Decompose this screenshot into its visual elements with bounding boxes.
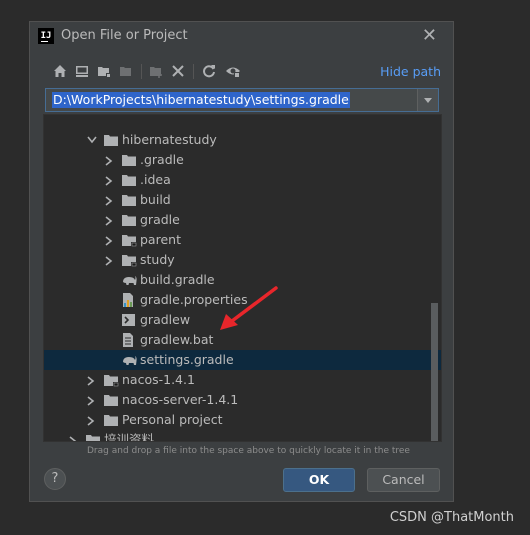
folder-icon	[121, 193, 136, 207]
tree-row-selected[interactable]: settings.gradle	[44, 350, 441, 370]
shell-script-icon	[121, 313, 135, 327]
tree-item-label: build	[140, 192, 171, 207]
tree-row[interactable]: .gradle	[44, 150, 441, 170]
tree-row[interactable]: .idea	[44, 170, 441, 190]
folder-icon	[103, 413, 118, 427]
tree-item-label: gradle	[140, 212, 180, 227]
path-input[interactable]	[46, 89, 418, 111]
tree-row[interactable]: study	[44, 250, 441, 270]
chevron-right-icon[interactable]	[87, 396, 95, 406]
file-tree[interactable]: hibernatestudy .gradle .idea build gradl…	[43, 114, 442, 442]
path-combobox[interactable]: D:\WorkProjects\hibernatestudy\settings.…	[45, 88, 439, 112]
toolbar-separator	[141, 64, 142, 79]
folder-icon	[85, 433, 100, 441]
chevron-right-icon[interactable]	[105, 176, 113, 186]
drag-drop-hint: Drag and drop a file into the space abov…	[87, 446, 410, 456]
open-file-dialog: IJ Open File or Project ✕ Hide path D:\W…	[29, 21, 454, 502]
watermark: CSDN @ThatMonth	[389, 510, 514, 525]
tree-item-label: .gradle	[140, 152, 184, 167]
folder-icon	[121, 213, 136, 227]
tree-item-label: gradlew	[140, 312, 191, 327]
chevron-right-icon[interactable]	[105, 236, 113, 246]
module-folder-icon	[121, 233, 137, 247]
folder-icon	[103, 393, 118, 407]
tree-item-label: gradlew.bat	[140, 332, 214, 347]
title-bar: IJ Open File or Project ✕	[30, 22, 453, 52]
gradle-elephant-icon	[121, 353, 137, 367]
new-folder-icon[interactable]	[147, 62, 165, 80]
tree-item-label: nacos-1.4.1	[122, 372, 195, 387]
intellij-app-icon: IJ	[38, 28, 54, 44]
tree-item-label: .idea	[140, 172, 171, 187]
tree-row[interactable]: nacos-server-1.4.1	[44, 390, 441, 410]
ok-button[interactable]: OK	[283, 468, 355, 492]
folder-icon	[121, 173, 136, 187]
tree-item-label: parent	[140, 232, 181, 247]
folder-icon	[121, 153, 136, 167]
project-folder-icon[interactable]	[95, 62, 113, 80]
show-hidden-icon[interactable]	[224, 62, 242, 80]
chevron-right-icon[interactable]	[69, 436, 77, 441]
tree-row[interactable]: Personal project	[44, 410, 441, 430]
cancel-button[interactable]: Cancel	[367, 468, 440, 492]
tree-item-label: nacos-server-1.4.1	[122, 392, 239, 407]
chevron-right-icon[interactable]	[105, 216, 113, 226]
tree-row[interactable]: 培训资料	[44, 430, 441, 442]
folder-icon	[103, 133, 118, 147]
chevron-right-icon[interactable]	[105, 196, 113, 206]
tree-item-label: hibernatestudy	[122, 132, 217, 147]
hide-path-link[interactable]: Hide path	[380, 64, 441, 79]
close-button[interactable]: ✕	[422, 25, 437, 47]
tree-item-label: study	[140, 252, 175, 267]
module-folder-icon	[121, 253, 137, 267]
dialog-title: Open File or Project	[61, 28, 188, 43]
tree-item-label: 培训资料	[104, 432, 155, 442]
module-folder-icon[interactable]	[117, 62, 135, 80]
delete-icon[interactable]	[169, 62, 187, 80]
module-folder-icon	[103, 373, 119, 387]
desktop-icon[interactable]	[73, 62, 91, 80]
chevron-right-icon[interactable]	[105, 256, 113, 266]
refresh-icon[interactable]	[200, 62, 218, 80]
scrollbar-thumb[interactable]	[431, 303, 438, 441]
chevron-down-icon[interactable]	[87, 136, 97, 144]
tree-item-label: Personal project	[122, 412, 223, 427]
help-button[interactable]: ?	[44, 468, 66, 490]
home-icon[interactable]	[51, 62, 69, 80]
tree-item-label: settings.gradle	[140, 352, 234, 367]
path-dropdown-arrow[interactable]	[417, 89, 438, 111]
properties-file-icon	[121, 293, 135, 307]
chevron-right-icon[interactable]	[87, 376, 95, 386]
tree-row[interactable]: build	[44, 190, 441, 210]
chevron-right-icon[interactable]	[105, 156, 113, 166]
tree-item-label: build.gradle	[140, 272, 215, 287]
tree-row[interactable]: nacos-1.4.1	[44, 370, 441, 390]
tree-row[interactable]: parent	[44, 230, 441, 250]
chevron-right-icon[interactable]	[87, 416, 95, 426]
toolbar-separator	[193, 64, 194, 79]
tree-scrollbar[interactable]	[431, 115, 438, 441]
tree-row[interactable]: hibernatestudy	[44, 130, 441, 150]
gradle-elephant-icon	[121, 273, 137, 287]
text-file-icon	[121, 333, 135, 347]
tree-row[interactable]: gradle	[44, 210, 441, 230]
red-annotation-arrow	[220, 286, 278, 330]
